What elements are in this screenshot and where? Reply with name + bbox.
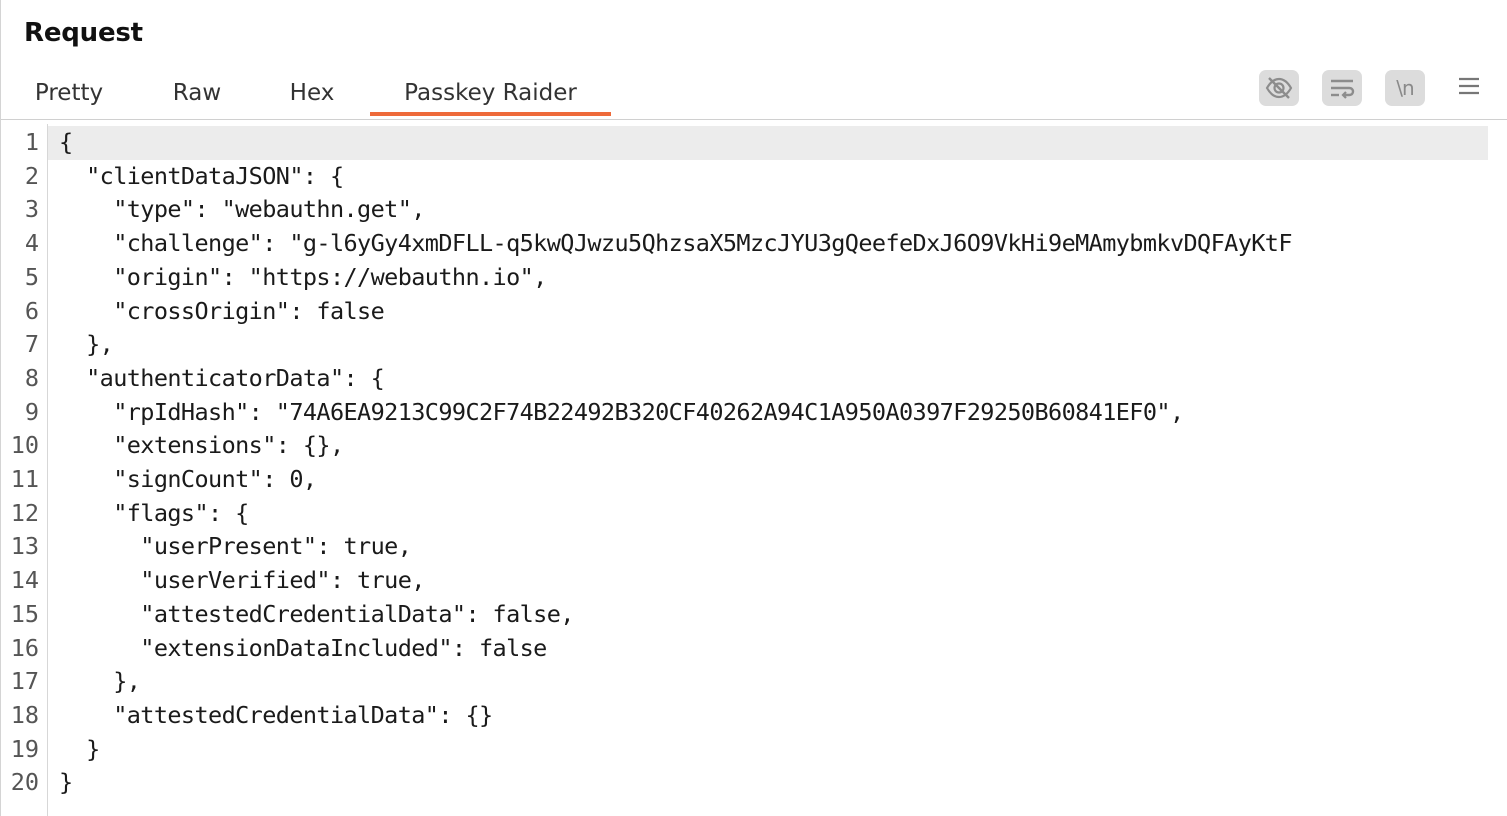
code-editor[interactable]: 1{2 "clientDataJSON": {3 "type": "webaut…	[1, 124, 1507, 816]
line-text[interactable]: "origin": "https://webauthn.io",	[59, 261, 1490, 295]
line-text[interactable]: "attestedCredentialData": {}	[59, 699, 1490, 733]
line-text[interactable]: "rpIdHash": "74A6EA9213C99C2F74B22492B32…	[59, 396, 1490, 430]
line-number: 17	[10, 667, 39, 696]
code-line[interactable]: 6 "crossOrigin": false	[1, 295, 1488, 329]
hide-nonprintable-icon	[1264, 75, 1294, 101]
word-wrap-icon	[1327, 75, 1357, 101]
line-text[interactable]: "flags": {	[59, 497, 1490, 531]
line-number: 5	[24, 262, 39, 291]
line-text[interactable]: "authenticatorData": {	[59, 362, 1490, 396]
code-line[interactable]: 8 "authenticatorData": {	[1, 362, 1488, 396]
line-text[interactable]: "challenge": "g-l6yGy4xmDFLL-q5kwQJwzu5Q…	[59, 227, 1490, 261]
options-menu-button[interactable]	[1451, 70, 1487, 106]
code-line[interactable]: 1{	[25, 126, 1490, 160]
line-text[interactable]: "extensionDataIncluded": false	[59, 632, 1490, 666]
line-text[interactable]: }	[59, 733, 1490, 767]
code-line[interactable]: 5 "origin": "https://webauthn.io",	[1, 261, 1488, 295]
code-line[interactable]: 17 },	[1, 665, 1488, 699]
code-line[interactable]: 9 "rpIdHash": "74A6EA9213C99C2F74B22492B…	[1, 396, 1488, 430]
line-number: 12	[10, 498, 39, 527]
code-line[interactable]: 12 "flags": {	[1, 497, 1488, 531]
line-number: 7	[24, 330, 39, 359]
line-number: 1	[24, 128, 39, 156]
code-line[interactable]: 15 "attestedCredentialData": false,	[1, 598, 1488, 632]
code-line[interactable]: 10 "extensions": {},	[1, 429, 1488, 463]
line-number: 9	[24, 397, 39, 426]
line-text[interactable]: "type": "webauthn.get",	[59, 193, 1490, 227]
line-text[interactable]: "extensions": {},	[59, 429, 1490, 463]
line-number: 4	[24, 229, 39, 258]
line-number: 15	[10, 599, 39, 628]
tab-raw[interactable]: Raw	[151, 76, 243, 114]
code-line[interactable]: 16 "extensionDataIncluded": false	[1, 632, 1488, 666]
code-line[interactable]: 19 }	[1, 733, 1488, 767]
tab-divider	[1, 119, 1507, 120]
line-text[interactable]: },	[59, 665, 1490, 699]
tab-pretty[interactable]: Pretty	[21, 76, 117, 114]
code-line[interactable]: 13 "userPresent": true,	[1, 530, 1488, 564]
line-number: 20	[10, 768, 39, 797]
menu-icon	[1457, 75, 1481, 101]
tab-hex[interactable]: Hex	[271, 76, 353, 114]
line-text[interactable]: },	[59, 328, 1490, 362]
line-number: 10	[10, 431, 39, 460]
line-text[interactable]: }	[59, 766, 1490, 800]
line-text[interactable]: {	[59, 126, 1490, 160]
line-number: 14	[10, 566, 39, 595]
tab-passkey-raider[interactable]: Passkey Raider	[370, 76, 611, 116]
line-text[interactable]: "crossOrigin": false	[59, 295, 1490, 329]
line-number: 6	[24, 296, 39, 325]
line-number: 2	[24, 161, 39, 190]
code-line[interactable]: 4 "challenge": "g-l6yGy4xmDFLL-q5kwQJwzu…	[1, 227, 1488, 261]
code-line[interactable]: 14 "userVerified": true,	[1, 564, 1488, 598]
line-text[interactable]: "userVerified": true,	[59, 564, 1490, 598]
hide-nonprintable-button[interactable]	[1259, 70, 1299, 106]
line-text[interactable]: "userPresent": true,	[59, 530, 1490, 564]
line-number: 8	[24, 363, 39, 392]
line-number: 18	[10, 700, 39, 729]
panel-title: Request	[24, 18, 143, 48]
word-wrap-button[interactable]	[1322, 70, 1362, 106]
code-line[interactable]: 18 "attestedCredentialData": {}	[1, 699, 1488, 733]
line-number: 19	[10, 734, 39, 763]
line-number: 16	[10, 633, 39, 662]
line-text[interactable]: "attestedCredentialData": false,	[59, 598, 1490, 632]
newline-button[interactable]: \n	[1385, 70, 1425, 106]
code-line[interactable]: 7 },	[1, 328, 1488, 362]
code-line[interactable]: 2 "clientDataJSON": {	[1, 160, 1488, 194]
line-text[interactable]: "signCount": 0,	[59, 463, 1490, 497]
line-number: 3	[24, 195, 39, 224]
request-panel: Request Pretty Raw Hex Passkey Raider \n	[0, 0, 1507, 816]
code-line[interactable]: 20}	[1, 766, 1488, 800]
newline-icon: \n	[1396, 76, 1414, 100]
code-line[interactable]: 3 "type": "webauthn.get",	[1, 193, 1488, 227]
line-number: 11	[10, 465, 39, 493]
line-number: 13	[10, 532, 39, 561]
line-text[interactable]: "clientDataJSON": {	[59, 160, 1490, 194]
code-line[interactable]: 11 "signCount": 0,	[1, 463, 1488, 497]
